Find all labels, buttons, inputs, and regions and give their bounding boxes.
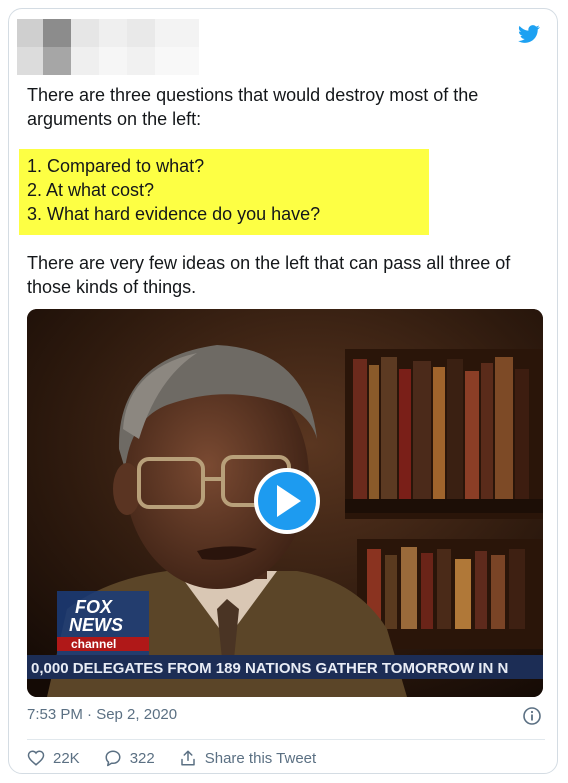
news-ticker: 0,000 DELEGATES FROM 189 NATIONS GATHER …	[31, 660, 508, 677]
twitter-bird-icon[interactable]	[517, 23, 541, 45]
question-3: 3. What hard evidence do you have?	[27, 204, 321, 224]
fox-logo-line3: channel	[71, 637, 116, 651]
divider	[27, 739, 545, 740]
share-icon	[180, 750, 195, 766]
redacted-author-name	[17, 19, 199, 75]
like-button[interactable]: 22K	[27, 749, 80, 767]
tweet-timestamp[interactable]: 7:53 PM · Sep 2, 2020	[27, 706, 177, 723]
share-label: Share this Tweet	[204, 749, 317, 767]
tweet-intro-text: There are three questions that would des…	[27, 85, 479, 129]
tweet-card: There are three questions that would des…	[8, 8, 558, 774]
tweet-closing-text: There are very few ideas on the left tha…	[27, 253, 511, 297]
reply-icon	[105, 750, 121, 767]
share-button[interactable]: Share this Tweet	[179, 749, 316, 767]
like-count: 22K	[53, 749, 80, 767]
fox-logo-line1: FOX	[75, 597, 113, 617]
reply-count: 322	[129, 749, 155, 767]
video-player[interactable]: FOX NEWS channel 0,000 DELEGATES FROM 18…	[27, 309, 543, 697]
tweet-actions: 22K 322 Share this Tweet	[27, 747, 340, 769]
reply-button[interactable]: 322	[104, 749, 155, 767]
question-2: 2. At what cost?	[27, 180, 155, 200]
info-icon[interactable]	[522, 706, 542, 726]
fox-logo-line2: NEWS	[69, 615, 123, 635]
question-1: 1. Compared to what?	[27, 156, 205, 176]
heart-icon	[27, 750, 45, 766]
video-thumbnail: FOX NEWS channel 0,000 DELEGATES FROM 18…	[27, 309, 543, 697]
